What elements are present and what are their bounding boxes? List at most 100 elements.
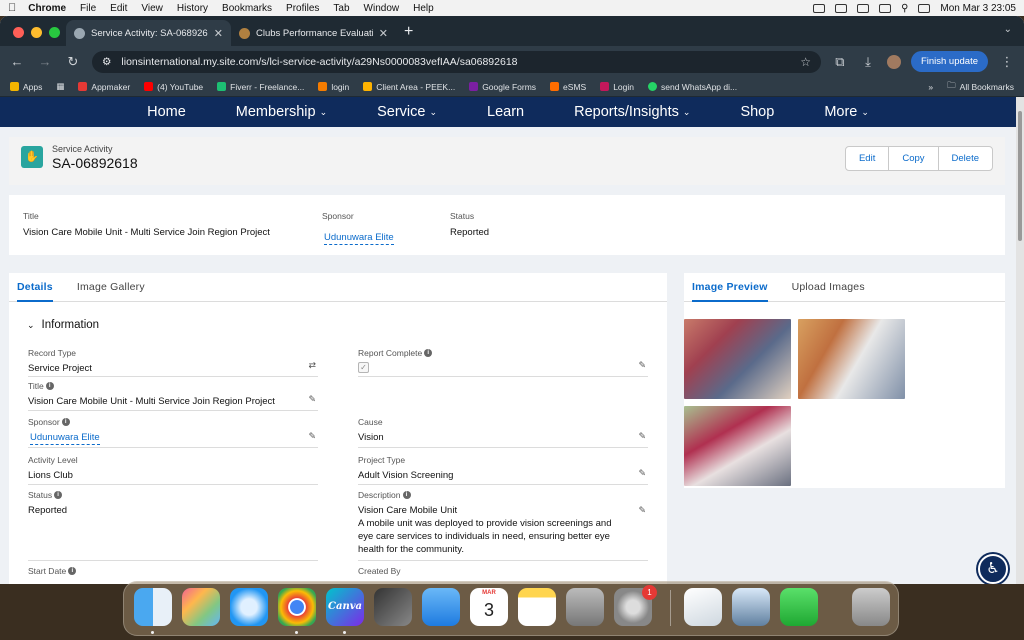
search-icon[interactable]: ⚲ xyxy=(901,3,908,14)
zoom-window-icon[interactable] xyxy=(49,27,60,38)
nav-home[interactable]: Home xyxy=(122,104,211,120)
bookmark-login[interactable]: login xyxy=(318,82,349,92)
control-center-icon[interactable] xyxy=(918,3,931,13)
edit-pencil-icon[interactable]: ✎ xyxy=(638,468,646,479)
tab-image-gallery[interactable]: Image Gallery xyxy=(77,273,145,302)
edit-pencil-icon[interactable]: ✎ xyxy=(638,505,646,516)
chrome-menu-icon[interactable]: ⋮ xyxy=(998,54,1016,70)
report-complete-checkbox[interactable]: ✓ xyxy=(358,362,369,373)
minimize-window-icon[interactable] xyxy=(31,27,42,38)
bookmark-client-area[interactable]: Client Area - PEEK... xyxy=(363,82,455,92)
notes-icon[interactable] xyxy=(518,588,556,626)
menu-app-name[interactable]: Chrome xyxy=(28,3,66,14)
textedit-icon[interactable] xyxy=(684,588,722,626)
accessibility-icon[interactable]: ♿ xyxy=(978,554,1008,584)
gallery-image-2[interactable] xyxy=(798,319,905,399)
battery-icon[interactable] xyxy=(835,3,848,13)
edit-pencil-icon[interactable]: ✎ xyxy=(308,431,316,442)
nav-membership[interactable]: Membership ⌄ xyxy=(211,104,352,120)
canva-icon[interactable]: Canva xyxy=(326,588,364,626)
reload-icon[interactable]: ↻ xyxy=(64,54,82,70)
edit-button[interactable]: Edit xyxy=(846,147,890,170)
page-scrollbar[interactable] xyxy=(1016,97,1024,584)
bookmark-esms[interactable]: eSMS xyxy=(550,82,586,92)
edit-pencil-icon[interactable]: ✎ xyxy=(638,360,646,371)
bookmark-google-forms[interactable]: Google Forms xyxy=(469,82,536,92)
delete-button[interactable]: Delete xyxy=(939,147,992,170)
bookmark-appmaker[interactable]: Appmaker xyxy=(78,82,130,92)
safari-icon[interactable] xyxy=(230,588,268,626)
keyboard-input-icon[interactable] xyxy=(857,3,870,13)
sponsor-link[interactable]: Udunuwara Elite xyxy=(30,431,100,445)
tab-details[interactable]: Details xyxy=(17,273,53,302)
browser-tab-service-activity[interactable]: Service Activity: SA-068926 ✕ xyxy=(66,20,231,46)
extensions-icon[interactable]: ⧉ xyxy=(831,54,849,70)
forward-icon[interactable]: → xyxy=(36,54,54,69)
bookmark-grid[interactable]: ▦ xyxy=(56,81,64,92)
nav-learn[interactable]: Learn xyxy=(462,104,549,120)
clock[interactable]: Mon Mar 3 23:05 xyxy=(940,3,1016,14)
address-bar[interactable]: ⚙ lionsinternational.my.site.com/s/lci-s… xyxy=(92,50,821,73)
bookmark-youtube[interactable]: (4) YouTube xyxy=(144,82,203,92)
gallery-image-1[interactable] xyxy=(684,319,791,399)
chrome-icon[interactable] xyxy=(278,588,316,626)
browser-tab-clubs-performance[interactable]: Clubs Performance Evaluation ✕ xyxy=(231,20,396,46)
finish-update-button[interactable]: Finish update xyxy=(910,51,988,72)
menu-window[interactable]: Window xyxy=(364,3,400,14)
info-icon[interactable]: i xyxy=(54,491,63,499)
tab-search-chevron-icon[interactable]: ⌄ xyxy=(1004,24,1012,35)
preview-icon[interactable] xyxy=(732,588,770,626)
edit-pencil-icon[interactable]: ✎ xyxy=(308,394,316,405)
calculator-icon[interactable] xyxy=(566,588,604,626)
menu-edit[interactable]: Edit xyxy=(110,3,127,14)
final-cut-icon[interactable] xyxy=(374,588,412,626)
close-tab-icon[interactable]: ✕ xyxy=(379,27,388,40)
bookmark-whatsapp[interactable]: send WhatsApp di... xyxy=(648,82,737,92)
menu-view[interactable]: View xyxy=(141,3,163,14)
info-icon[interactable]: i xyxy=(424,349,433,357)
tab-image-preview[interactable]: Image Preview xyxy=(692,273,768,302)
bookmark-overflow[interactable]: » xyxy=(928,82,933,92)
info-icon[interactable]: i xyxy=(402,491,411,499)
bookmark-fiverr[interactable]: Fiverr - Freelance... xyxy=(217,82,304,92)
status-icon[interactable] xyxy=(813,3,826,13)
close-window-icon[interactable] xyxy=(13,27,24,38)
tab-upload-images[interactable]: Upload Images xyxy=(792,273,865,302)
info-icon[interactable]: i xyxy=(61,418,70,426)
menu-help[interactable]: Help xyxy=(413,3,434,14)
all-bookmarks-folder[interactable]: 🗀 All Bookmarks xyxy=(947,80,1014,94)
new-tab-icon[interactable]: + xyxy=(396,23,421,46)
apple-icon[interactable]:  xyxy=(8,2,16,14)
change-record-type-icon[interactable]: ⇄ xyxy=(308,360,316,371)
menu-file[interactable]: File xyxy=(80,3,96,14)
nav-service[interactable]: Service ⌄ xyxy=(352,104,462,120)
edit-pencil-icon[interactable]: ✎ xyxy=(638,431,646,442)
finder-icon[interactable] xyxy=(134,588,172,626)
bookmark-login-2[interactable]: Login xyxy=(600,82,634,92)
nav-more[interactable]: More ⌄ xyxy=(799,104,894,120)
calendar-icon[interactable]: MAR 3 xyxy=(470,588,508,626)
info-icon[interactable]: i xyxy=(45,382,54,390)
bookmark-star-icon[interactable]: ☆ xyxy=(800,55,811,69)
info-icon[interactable]: i xyxy=(68,567,77,575)
profile-avatar[interactable] xyxy=(886,54,901,69)
nav-reports-insights[interactable]: Reports/Insights ⌄ xyxy=(549,104,715,120)
menu-tab[interactable]: Tab xyxy=(333,3,349,14)
download-icon[interactable]: ⤓ xyxy=(859,54,877,70)
menu-history[interactable]: History xyxy=(177,3,208,14)
facetime-icon[interactable] xyxy=(780,588,818,626)
section-information[interactable]: ⌄ Information xyxy=(27,319,99,331)
bookmark-apps[interactable]: Apps xyxy=(10,82,42,92)
mail-icon[interactable] xyxy=(422,588,460,626)
wifi-icon[interactable] xyxy=(879,3,892,13)
back-icon[interactable]: ← xyxy=(8,54,26,69)
trash-icon[interactable] xyxy=(852,588,890,626)
menu-bookmarks[interactable]: Bookmarks xyxy=(222,3,272,14)
copy-button[interactable]: Copy xyxy=(889,147,939,170)
site-info-icon[interactable]: ⚙ xyxy=(102,56,111,68)
close-tab-icon[interactable]: ✕ xyxy=(214,27,223,40)
launchpad-icon[interactable] xyxy=(182,588,220,626)
nav-shop[interactable]: Shop xyxy=(715,104,799,120)
gallery-image-3[interactable] xyxy=(684,406,791,486)
menu-profiles[interactable]: Profiles xyxy=(286,3,319,14)
